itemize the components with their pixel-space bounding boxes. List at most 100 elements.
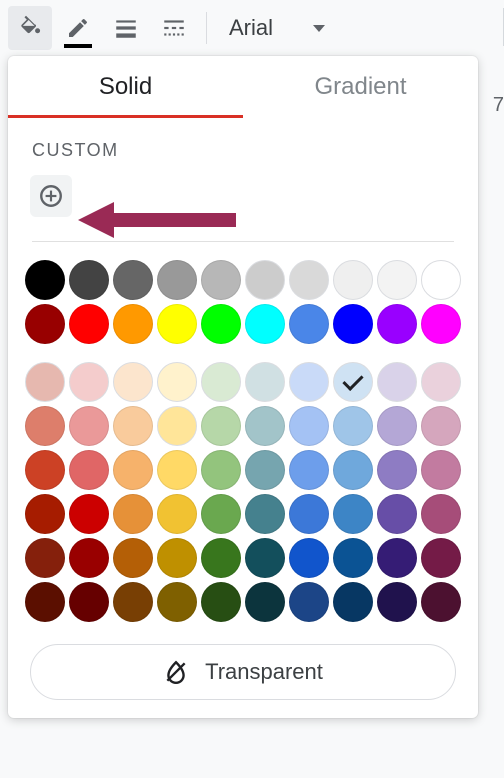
color-picker-panel: Solid Gradient CUSTOM Transparent — [8, 56, 478, 718]
color-swatch[interactable] — [201, 406, 241, 446]
color-swatch[interactable] — [113, 450, 153, 490]
font-selector[interactable]: Arial — [217, 15, 337, 41]
transparent-button[interactable]: Transparent — [30, 644, 456, 700]
color-swatch[interactable] — [113, 260, 153, 300]
color-swatch[interactable] — [421, 450, 461, 490]
color-swatch[interactable] — [333, 494, 373, 534]
color-swatch[interactable] — [377, 494, 417, 534]
color-swatch[interactable] — [201, 582, 241, 622]
color-swatch[interactable] — [69, 260, 109, 300]
border-dash-button[interactable] — [152, 6, 196, 50]
color-swatch[interactable] — [201, 260, 241, 300]
color-swatch[interactable] — [245, 450, 285, 490]
fill-color-button[interactable] — [8, 6, 52, 50]
color-swatch[interactable] — [201, 304, 241, 344]
color-swatch[interactable] — [245, 582, 285, 622]
color-swatch[interactable] — [25, 538, 65, 578]
color-swatch[interactable] — [157, 304, 197, 344]
color-swatch[interactable] — [25, 494, 65, 534]
color-swatch[interactable] — [113, 582, 153, 622]
color-swatch[interactable] — [69, 406, 109, 446]
color-swatch[interactable] — [377, 362, 417, 402]
tab-gradient[interactable]: Gradient — [243, 56, 478, 118]
color-swatch[interactable] — [157, 494, 197, 534]
color-swatch[interactable] — [25, 582, 65, 622]
color-swatch[interactable] — [69, 450, 109, 490]
color-swatch[interactable] — [69, 304, 109, 344]
color-swatch[interactable] — [421, 260, 461, 300]
color-swatch[interactable] — [201, 494, 241, 534]
border-weight-button[interactable] — [104, 6, 148, 50]
color-swatch[interactable] — [377, 406, 417, 446]
color-swatch[interactable] — [333, 260, 373, 300]
color-swatch[interactable] — [377, 260, 417, 300]
color-swatch[interactable] — [113, 538, 153, 578]
color-swatch[interactable] — [25, 450, 65, 490]
color-swatch[interactable] — [113, 362, 153, 402]
custom-section-label: CUSTOM — [8, 118, 478, 175]
border-color-button[interactable] — [56, 6, 100, 50]
divider — [32, 241, 454, 242]
color-swatch[interactable] — [25, 362, 65, 402]
color-swatch[interactable] — [113, 494, 153, 534]
color-swatch[interactable] — [421, 406, 461, 446]
color-swatch[interactable] — [289, 582, 329, 622]
border-weight-icon — [113, 15, 139, 41]
color-swatch[interactable] — [333, 538, 373, 578]
color-swatch[interactable] — [157, 260, 197, 300]
color-swatch[interactable] — [289, 304, 329, 344]
color-swatch[interactable] — [377, 538, 417, 578]
color-swatch[interactable] — [289, 450, 329, 490]
color-swatch[interactable] — [69, 494, 109, 534]
color-swatch[interactable] — [333, 450, 373, 490]
color-swatch[interactable] — [289, 494, 329, 534]
tab-solid[interactable]: Solid — [8, 56, 243, 118]
color-swatch[interactable] — [421, 538, 461, 578]
color-swatch[interactable] — [69, 362, 109, 402]
color-swatch[interactable] — [245, 362, 285, 402]
color-swatch[interactable] — [69, 582, 109, 622]
color-swatch[interactable] — [377, 450, 417, 490]
color-swatch[interactable] — [245, 538, 285, 578]
color-swatch[interactable] — [421, 582, 461, 622]
color-swatch[interactable] — [333, 406, 373, 446]
color-swatch[interactable] — [157, 582, 197, 622]
color-swatch[interactable] — [289, 538, 329, 578]
color-swatch[interactable] — [245, 304, 285, 344]
border-dash-icon — [161, 15, 187, 41]
color-swatch[interactable] — [245, 406, 285, 446]
add-custom-color-button[interactable] — [30, 175, 72, 217]
page-number: 7 — [493, 94, 504, 117]
color-swatch[interactable] — [289, 406, 329, 446]
color-swatch[interactable] — [25, 406, 65, 446]
transparent-label: Transparent — [205, 659, 323, 685]
color-swatch[interactable] — [157, 362, 197, 402]
color-swatch[interactable] — [25, 304, 65, 344]
border-color-underline — [64, 44, 92, 48]
color-swatch[interactable] — [201, 362, 241, 402]
color-swatch[interactable] — [245, 494, 285, 534]
color-swatch[interactable] — [245, 260, 285, 300]
color-swatch[interactable] — [289, 260, 329, 300]
plus-circle-icon — [38, 183, 64, 209]
color-swatch[interactable] — [157, 538, 197, 578]
color-swatch[interactable] — [25, 260, 65, 300]
color-swatch[interactable] — [377, 582, 417, 622]
color-swatch[interactable] — [377, 304, 417, 344]
color-swatch[interactable] — [157, 406, 197, 446]
color-swatch[interactable] — [421, 362, 461, 402]
color-swatch[interactable] — [201, 538, 241, 578]
color-swatch[interactable] — [333, 362, 373, 402]
color-swatch[interactable] — [157, 450, 197, 490]
color-swatch[interactable] — [113, 406, 153, 446]
color-swatch[interactable] — [113, 304, 153, 344]
color-swatch[interactable] — [201, 450, 241, 490]
chevron-down-icon — [313, 25, 325, 32]
color-swatch[interactable] — [69, 538, 109, 578]
color-swatch[interactable] — [421, 304, 461, 344]
toolbar: Arial — [0, 0, 504, 56]
color-swatch[interactable] — [421, 494, 461, 534]
color-swatch[interactable] — [333, 582, 373, 622]
color-swatch[interactable] — [333, 304, 373, 344]
color-swatch[interactable] — [289, 362, 329, 402]
